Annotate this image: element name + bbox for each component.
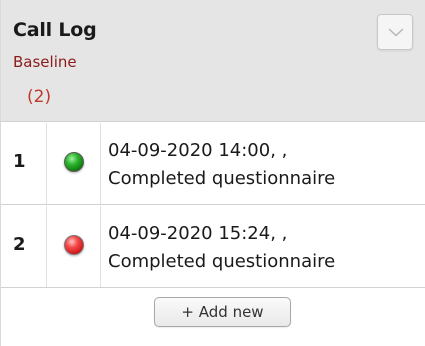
call-outcome: Completed questionnaire <box>108 251 336 272</box>
table-row[interactable]: 2 04-09-2020 15:24, , Completed question… <box>1 206 425 288</box>
table-row[interactable]: 1 04-09-2020 14:00, , Completed question… <box>1 123 425 205</box>
call-entry-text: 04-09-2020 15:24, , Completed questionna… <box>108 220 335 276</box>
status-cell[interactable] <box>47 123 101 204</box>
dropdown-button[interactable] <box>377 14 413 50</box>
add-new-button[interactable]: + Add new <box>154 297 291 327</box>
record-count: (2) <box>27 87 52 107</box>
call-datetime: 04-09-2020 14:00, , <box>108 140 288 161</box>
call-log-header: Call Log Baseline (2) <box>1 0 425 122</box>
event-name: Baseline <box>13 53 77 71</box>
row-number-cell: 1 <box>1 123 47 204</box>
call-log-panel: Call Log Baseline (2) 1 04-09-2020 14:00… <box>0 0 425 346</box>
panel-title: Call Log <box>13 19 97 41</box>
green-status-dot-icon[interactable] <box>64 152 84 172</box>
row-number-cell: 2 <box>1 206 47 287</box>
status-cell[interactable] <box>47 206 101 287</box>
red-status-dot-icon[interactable] <box>64 235 84 255</box>
call-datetime: 04-09-2020 15:24, , <box>108 223 288 244</box>
panel-footer: + Add new <box>1 289 425 346</box>
call-outcome: Completed questionnaire <box>108 168 336 189</box>
chevron-down-icon <box>388 28 404 37</box>
row-number: 2 <box>13 234 26 255</box>
call-entry-text: 04-09-2020 14:00, , Completed questionna… <box>108 137 335 193</box>
row-number: 1 <box>13 151 26 172</box>
